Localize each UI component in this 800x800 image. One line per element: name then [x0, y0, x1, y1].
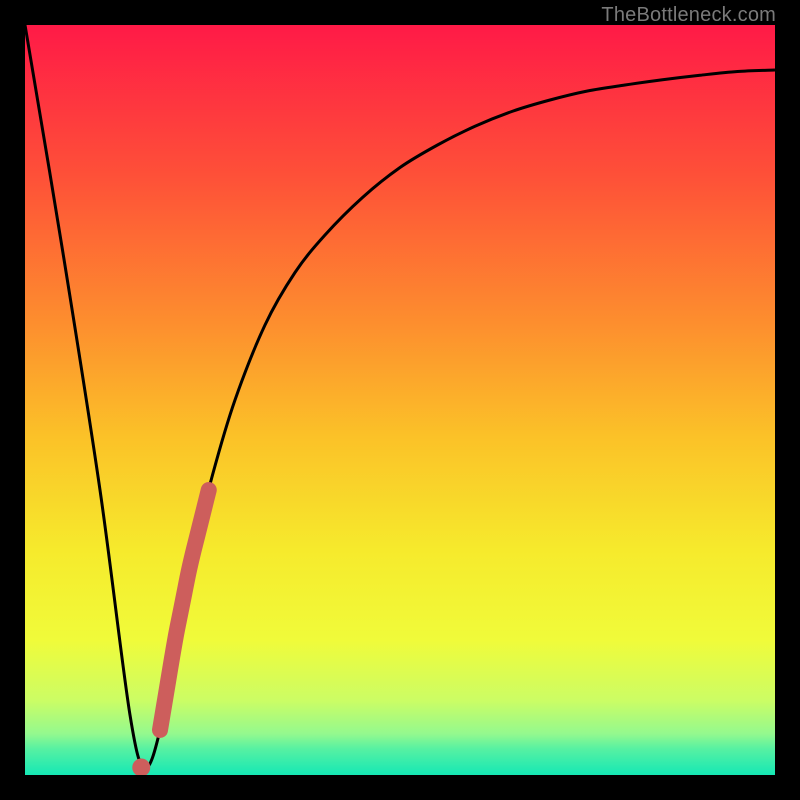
minimum-dot [132, 759, 150, 776]
highlight-segment [160, 490, 209, 730]
bottleneck-curve [25, 25, 775, 768]
curve-layer [25, 25, 775, 775]
chart-frame: TheBottleneck.com [0, 0, 800, 800]
plot-area [25, 25, 775, 775]
attribution-text: TheBottleneck.com [601, 4, 776, 27]
